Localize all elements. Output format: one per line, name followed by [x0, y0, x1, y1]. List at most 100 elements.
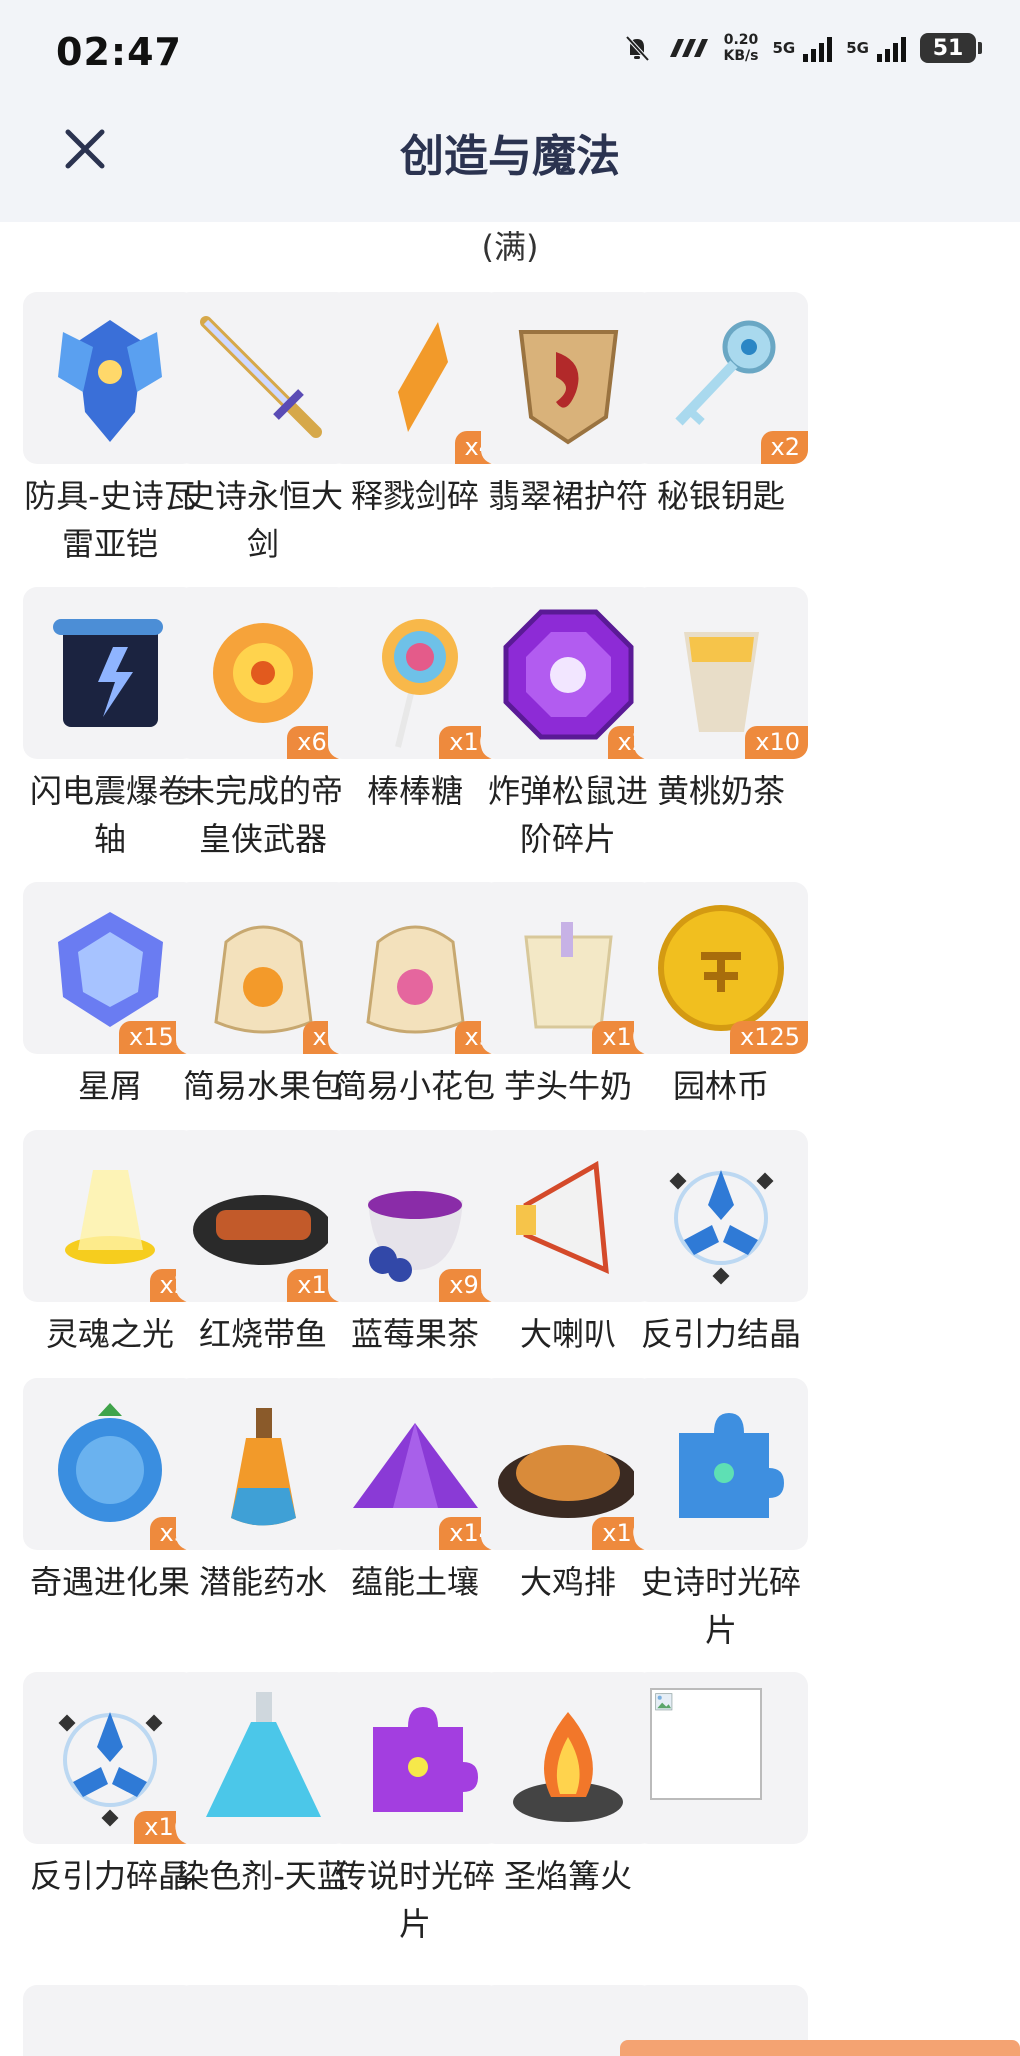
- item-cell[interactable]: x10 芋头牛奶: [480, 882, 656, 1110]
- item-tile[interactable]: x151: [23, 882, 197, 1054]
- item-cell[interactable]: x3 奇遇进化果: [22, 1378, 198, 1606]
- item-cell[interactable]: x16 反引力碎晶: [22, 1672, 198, 1900]
- item-tile[interactable]: x10: [481, 882, 655, 1054]
- item-tile[interactable]: x2: [23, 1130, 197, 1302]
- item-tile[interactable]: x3: [23, 1378, 197, 1550]
- crystal-emblem-icon: [669, 1170, 774, 1285]
- item-cell[interactable]: 圣焰篝火: [480, 1672, 656, 1900]
- item-cell[interactable]: x2 灵魂之光: [22, 1130, 198, 1358]
- item-tile[interactable]: x63: [176, 587, 350, 759]
- item-cell[interactable]: x10 红烧带鱼: [175, 1130, 351, 1358]
- item-count-badge: x10: [745, 726, 808, 759]
- item-tile[interactable]: x14: [328, 1378, 502, 1550]
- item-cell[interactable]: 闪电震爆卷轴: [22, 587, 198, 863]
- item-tile[interactable]: [328, 1672, 502, 1844]
- item-tile[interactable]: x2: [634, 292, 808, 464]
- item-label: 翡翠裙护符: [487, 477, 648, 515]
- item-label: 大鸡排: [519, 1563, 616, 1601]
- item-tile[interactable]: x91: [328, 1130, 502, 1302]
- item-label: 芋头牛奶: [503, 1067, 632, 1105]
- item-cell[interactable]: x3 简易水果包: [175, 882, 351, 1110]
- item-cell[interactable]: x2 炸弹松鼠进阶碎片: [480, 587, 656, 863]
- item-cell[interactable]: x3 简易小花包: [327, 882, 503, 1110]
- item-label: 潜能药水: [198, 1563, 327, 1601]
- item-cell[interactable]: x151 星屑: [22, 882, 198, 1110]
- item-cell[interactable]: 大喇叭: [480, 1130, 656, 1358]
- item-tile-partial[interactable]: [328, 1985, 502, 2056]
- item-label: 棒棒糖: [366, 772, 463, 810]
- item-tile[interactable]: [634, 1130, 808, 1302]
- item-label: 反引力碎晶: [29, 1857, 190, 1895]
- item-tile[interactable]: x10: [176, 1130, 350, 1302]
- campfire-icon: [513, 1712, 623, 1822]
- item-label: 秘银钥匙: [656, 477, 785, 515]
- item-grid: 防具-史诗瓦雷亚铠 史诗永恒大剑 x4 释戮剑碎 翡翠裙护符 x2 秘银钥匙 闪电震爆卷轴 x6…: [0, 0, 1020, 2056]
- megaphone-icon: [516, 1160, 609, 1274]
- item-cell[interactable]: x10 棒棒糖: [327, 587, 503, 815]
- item-cell[interactable]: [633, 1672, 809, 1852]
- item-tile[interactable]: [481, 292, 655, 464]
- item-tile[interactable]: x2: [481, 587, 655, 759]
- item-label: 闪电震爆卷轴: [29, 772, 190, 858]
- item-tile[interactable]: [481, 1130, 655, 1302]
- item-tile-partial[interactable]: [23, 1985, 197, 2056]
- item-tile[interactable]: x16: [23, 1672, 197, 1844]
- item-label: 防具-史诗瓦雷亚铠: [24, 477, 196, 563]
- item-label: 红烧带鱼: [198, 1315, 327, 1353]
- potion-icon: [231, 1408, 296, 1526]
- item-label: 圣焰篝火: [503, 1857, 632, 1895]
- item-cell[interactable]: x14 蕴能土壤: [327, 1378, 503, 1606]
- item-tile[interactable]: [634, 1672, 808, 1844]
- item-tile[interactable]: x10: [634, 587, 808, 759]
- item-tile[interactable]: [23, 292, 197, 464]
- item-cell[interactable]: x4 释戮剑碎: [327, 292, 503, 520]
- item-cell[interactable]: 反引力结晶: [633, 1130, 809, 1358]
- item-label: 炸弹松鼠进阶碎片: [487, 772, 648, 858]
- item-tile[interactable]: x3: [176, 882, 350, 1054]
- item-tile[interactable]: [176, 292, 350, 464]
- item-tile[interactable]: x4: [328, 292, 502, 464]
- item-tile[interactable]: [176, 1672, 350, 1844]
- item-label: 蓝莓果茶: [350, 1315, 479, 1353]
- item-cell[interactable]: 防具-史诗瓦雷亚铠: [22, 292, 198, 568]
- item-tile[interactable]: [176, 1378, 350, 1550]
- dye-flask-icon: [206, 1692, 321, 1817]
- item-tile[interactable]: x125: [634, 882, 808, 1054]
- item-tile[interactable]: [634, 1378, 808, 1550]
- item-tile[interactable]: x10: [481, 1378, 655, 1550]
- item-cell[interactable]: x10 大鸡排: [480, 1378, 656, 1606]
- item-cell[interactable]: x2 秘银钥匙: [633, 292, 809, 520]
- item-label: 史诗永恒大剑: [182, 477, 343, 563]
- item-label: 园林币: [672, 1067, 769, 1105]
- item-label: 蕴能土壤: [350, 1563, 479, 1601]
- bottom-action-bar[interactable]: [620, 2040, 1020, 2056]
- item-cell[interactable]: x91 蓝莓果茶: [327, 1130, 503, 1358]
- item-label: 传说时光碎片: [334, 1857, 495, 1943]
- item-cell[interactable]: x125 园林币: [633, 882, 809, 1110]
- item-label: 简易小花包: [334, 1067, 495, 1105]
- item-cell[interactable]: 史诗永恒大剑: [175, 292, 351, 568]
- item-cell[interactable]: 传说时光碎片: [327, 1672, 503, 1948]
- item-tile-partial[interactable]: [176, 1985, 350, 2056]
- item-count-badge: x125: [729, 1021, 808, 1054]
- item-cell[interactable]: 染色剂-天蓝: [175, 1672, 351, 1900]
- item-tile[interactable]: [23, 587, 197, 759]
- item-cell[interactable]: x10 黄桃奶茶: [633, 587, 809, 815]
- blue-puzzle-icon: [679, 1413, 784, 1518]
- item-tile[interactable]: [481, 1672, 655, 1844]
- item-cell[interactable]: 翡翠裙护符: [480, 292, 656, 520]
- item-cell[interactable]: x63 未完成的帝皇侠武器: [175, 587, 351, 863]
- item-label: 未完成的帝皇侠武器: [182, 772, 343, 858]
- item-cell[interactable]: 潜能药水: [175, 1378, 351, 1606]
- item-tile[interactable]: x10: [328, 587, 502, 759]
- item-label: 黄桃奶茶: [656, 772, 785, 810]
- armor-icon: [58, 320, 162, 442]
- item-label: 灵魂之光: [45, 1315, 174, 1353]
- item-label: 释戮剑碎: [350, 477, 479, 515]
- item-label: 大喇叭: [519, 1315, 616, 1353]
- item-label: 史诗时光碎片: [640, 1563, 801, 1649]
- item-tile[interactable]: x3: [328, 882, 502, 1054]
- item-cell[interactable]: 史诗时光碎片: [633, 1378, 809, 1654]
- item-label: 染色剂-天蓝: [177, 1857, 349, 1895]
- item-label: 奇遇进化果: [29, 1563, 190, 1601]
